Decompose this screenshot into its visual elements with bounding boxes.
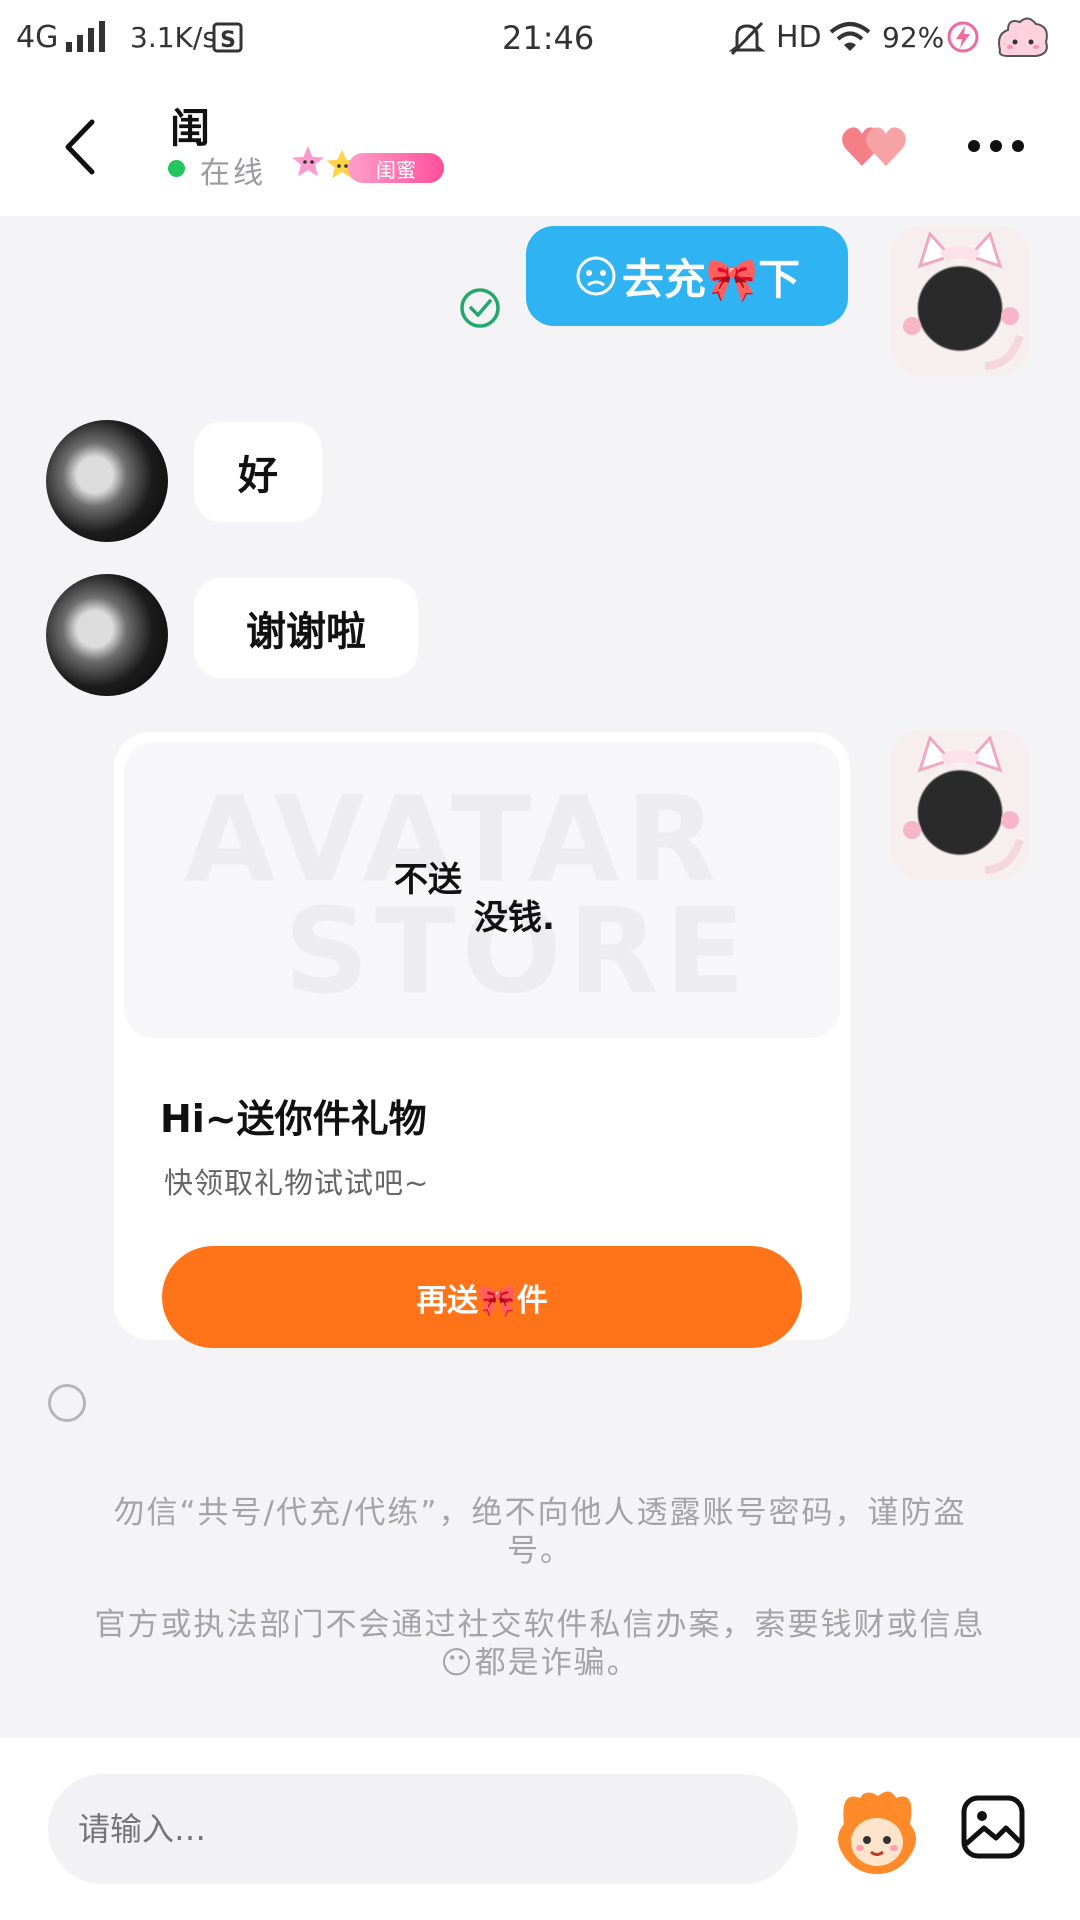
resend-gift-label: 再送🎀件 [416, 1282, 548, 1319]
relation-badge[interactable]: 闺蜜 [348, 153, 444, 183]
message-list[interactable]: 去充🎀下 好 谢谢啦 AVATAR STORE 不送 没钱. Hi~送你件礼物 … [0, 216, 1080, 1738]
contact-avatar[interactable] [46, 574, 168, 696]
sticker-text-line2: 没钱. [474, 898, 555, 938]
received-message-text: 好 [238, 453, 278, 499]
sent-message-text: 去充🎀下 [621, 254, 801, 304]
online-dot [168, 160, 185, 177]
cat-ears-frame-icon [903, 231, 1024, 370]
network-speed: 3.1K/s [130, 21, 217, 54]
composer-bar [0, 1738, 1080, 1920]
wifi-icon [829, 22, 871, 51]
image-picker-icon[interactable] [960, 1794, 1026, 1860]
crying-emoji-icon [576, 256, 616, 296]
read-check-icon [460, 288, 500, 328]
bun-mascot-icon [998, 17, 1048, 57]
mascot-sticker-icon[interactable] [830, 1784, 924, 1878]
safety-notice-fraud: 官方或执法部门不会通过社交软件私信办案，索要钱财或信息😶都是诈骗。 [94, 1607, 986, 1681]
network-type: 4G [16, 20, 59, 55]
chat-header: 闺 在线 闺蜜 [0, 78, 1080, 216]
status-bar: 4G 3.1K/s S 21:46 HD 92% [0, 0, 1080, 78]
sent-message-bubble[interactable]: 去充🎀下 [526, 226, 848, 326]
more-options-icon[interactable] [966, 136, 1026, 156]
contact-avatar[interactable] [46, 420, 168, 542]
back-arrow-icon[interactable] [58, 116, 104, 178]
intimacy-hearts-icon[interactable] [840, 120, 914, 172]
safety-notice-account: 勿信“共号/代充/代练”，绝不向他人透露账号密码，谨防盗号。 [113, 1495, 967, 1569]
gift-card-title: Hi~送你件礼物 [160, 1097, 427, 1141]
signal-icon [66, 21, 105, 52]
received-message-bubble[interactable]: 好 [194, 422, 322, 522]
gift-card-image: AVATAR STORE 不送 没钱. [124, 742, 840, 1038]
contact-name[interactable]: 闺 [170, 96, 210, 154]
resend-gift-button[interactable]: 再送🎀件 [162, 1246, 802, 1348]
clock: 21:46 [502, 19, 595, 57]
select-radio[interactable] [48, 1384, 86, 1422]
notification-muted-icon [728, 21, 766, 56]
gift-card-subtitle: 快领取礼物试试吧~ [164, 1166, 430, 1200]
cat-ears-frame-icon [903, 735, 1024, 874]
gift-card[interactable]: AVATAR STORE 不送 没钱. Hi~送你件礼物 快领取礼物试试吧~ 再… [114, 732, 850, 1348]
message-input[interactable] [48, 1774, 798, 1884]
s-badge-icon: S [212, 22, 243, 53]
my-avatar[interactable] [890, 730, 1030, 880]
hd-indicator: HD [776, 20, 822, 55]
relation-badge-label: 闺蜜 [376, 157, 416, 182]
battery-charging-icon [947, 21, 979, 53]
sticker-text-line1: 不送 [394, 860, 462, 900]
received-message-text: 谢谢啦 [246, 609, 366, 655]
my-avatar[interactable] [890, 226, 1030, 376]
received-message-bubble[interactable]: 谢谢啦 [194, 578, 418, 678]
battery-percent: 92% [882, 21, 945, 54]
online-status: 在线 [200, 156, 266, 191]
svg-text:S: S [220, 28, 236, 53]
